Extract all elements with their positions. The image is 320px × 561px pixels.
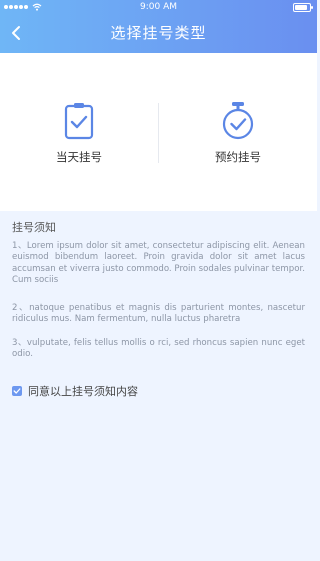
appointment-registration-option[interactable]: 预约挂号: [159, 53, 317, 211]
stopwatch-check-icon: [222, 102, 254, 140]
notice-paragraph-1: 1、Lorem ipsum dolor sit amet, consectetu…: [12, 241, 305, 285]
clipboard-check-icon: [64, 103, 94, 140]
agree-checkbox-row[interactable]: 同意以上挂号须知内容: [12, 383, 138, 399]
page-title: 选择挂号类型: [110, 24, 207, 42]
notice-title: 挂号须知: [12, 221, 56, 234]
registration-type-panel: 当天挂号 预约挂号: [0, 53, 317, 211]
agree-label: 同意以上挂号须知内容: [28, 385, 138, 398]
battery-icon: [293, 3, 313, 12]
agree-checkbox[interactable]: [12, 386, 22, 396]
status-time: 9:00 AM: [140, 2, 177, 12]
notice-paragraph-3: 3、vulputate, felis tellus mollis o rci, …: [12, 338, 305, 360]
notice-paragraph-2: 2、natoque penatibus et magnis dis partur…: [12, 303, 305, 325]
nav-bar: 选择挂号类型: [0, 14, 317, 53]
same-day-registration-label: 当天挂号: [56, 150, 102, 164]
header-bar: 9:00 AM 选择挂号类型: [0, 0, 317, 53]
same-day-registration-option[interactable]: 当天挂号: [0, 53, 158, 211]
appointment-registration-label: 预约挂号: [215, 150, 261, 164]
checkmark-icon: [13, 388, 21, 394]
registration-notice: 挂号须知 1、Lorem ipsum dolor sit amet, conse…: [0, 211, 317, 561]
status-bar: 9:00 AM: [0, 0, 317, 14]
